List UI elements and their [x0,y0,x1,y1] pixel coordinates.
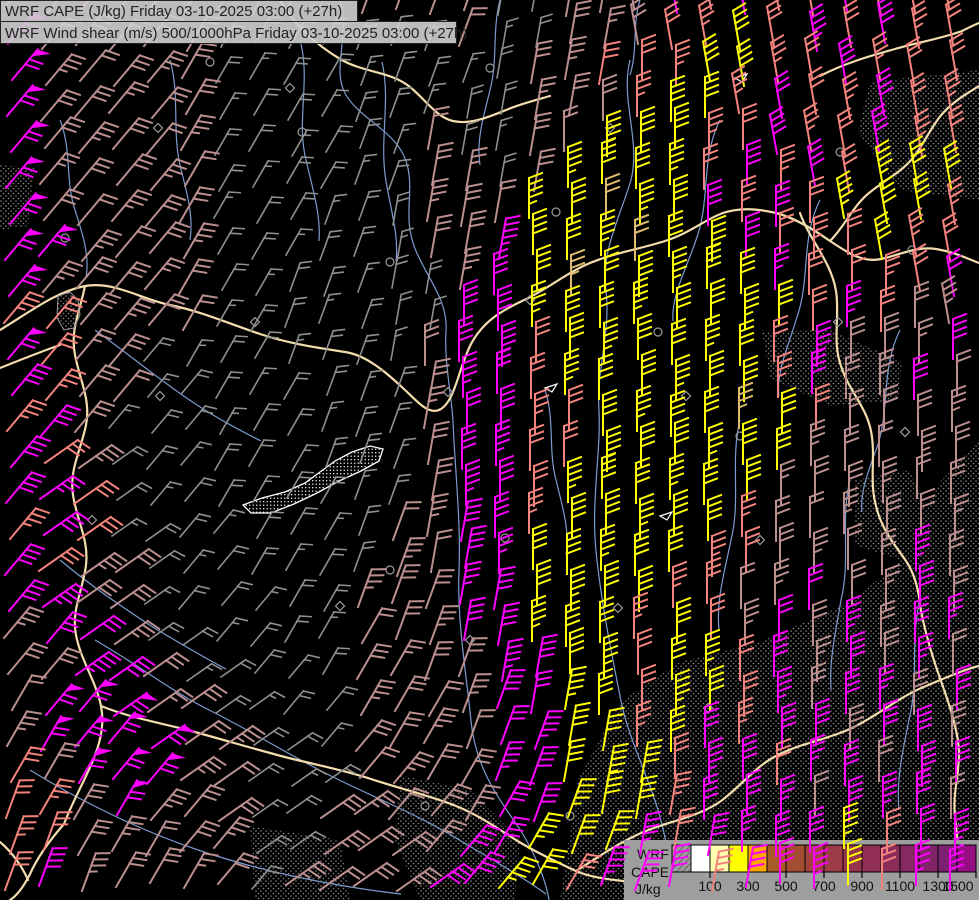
legend-tick-label: 1100 [885,878,915,894]
weather-map-stage: WRF CAPE J/kg 10030050070090011001300150… [0,0,979,900]
legend-tick-label: 700 [812,878,836,894]
title-line2: WRF Wind shear (m/s) 500/1000hPa Friday … [5,25,467,42]
legend-label-jkg: J/kg [635,881,661,897]
legend-label-cape: CAPE [631,864,669,880]
wrf-map-svg: WRF CAPE J/kg 10030050070090011001300150… [0,0,979,900]
cape-legend: WRF CAPE J/kg 10030050070090011001300150… [624,840,979,900]
legend-cell [691,845,710,872]
legend-tick-label: 500 [774,878,798,894]
title-line1: WRF CAPE (J/kg) Friday 03-10-2025 03:00 … [5,3,342,20]
legend-tick-label: 900 [850,878,874,894]
legend-tick-label: 1500 [942,878,973,894]
legend-tick-label: 100 [698,878,722,894]
legend-cell [862,845,881,872]
